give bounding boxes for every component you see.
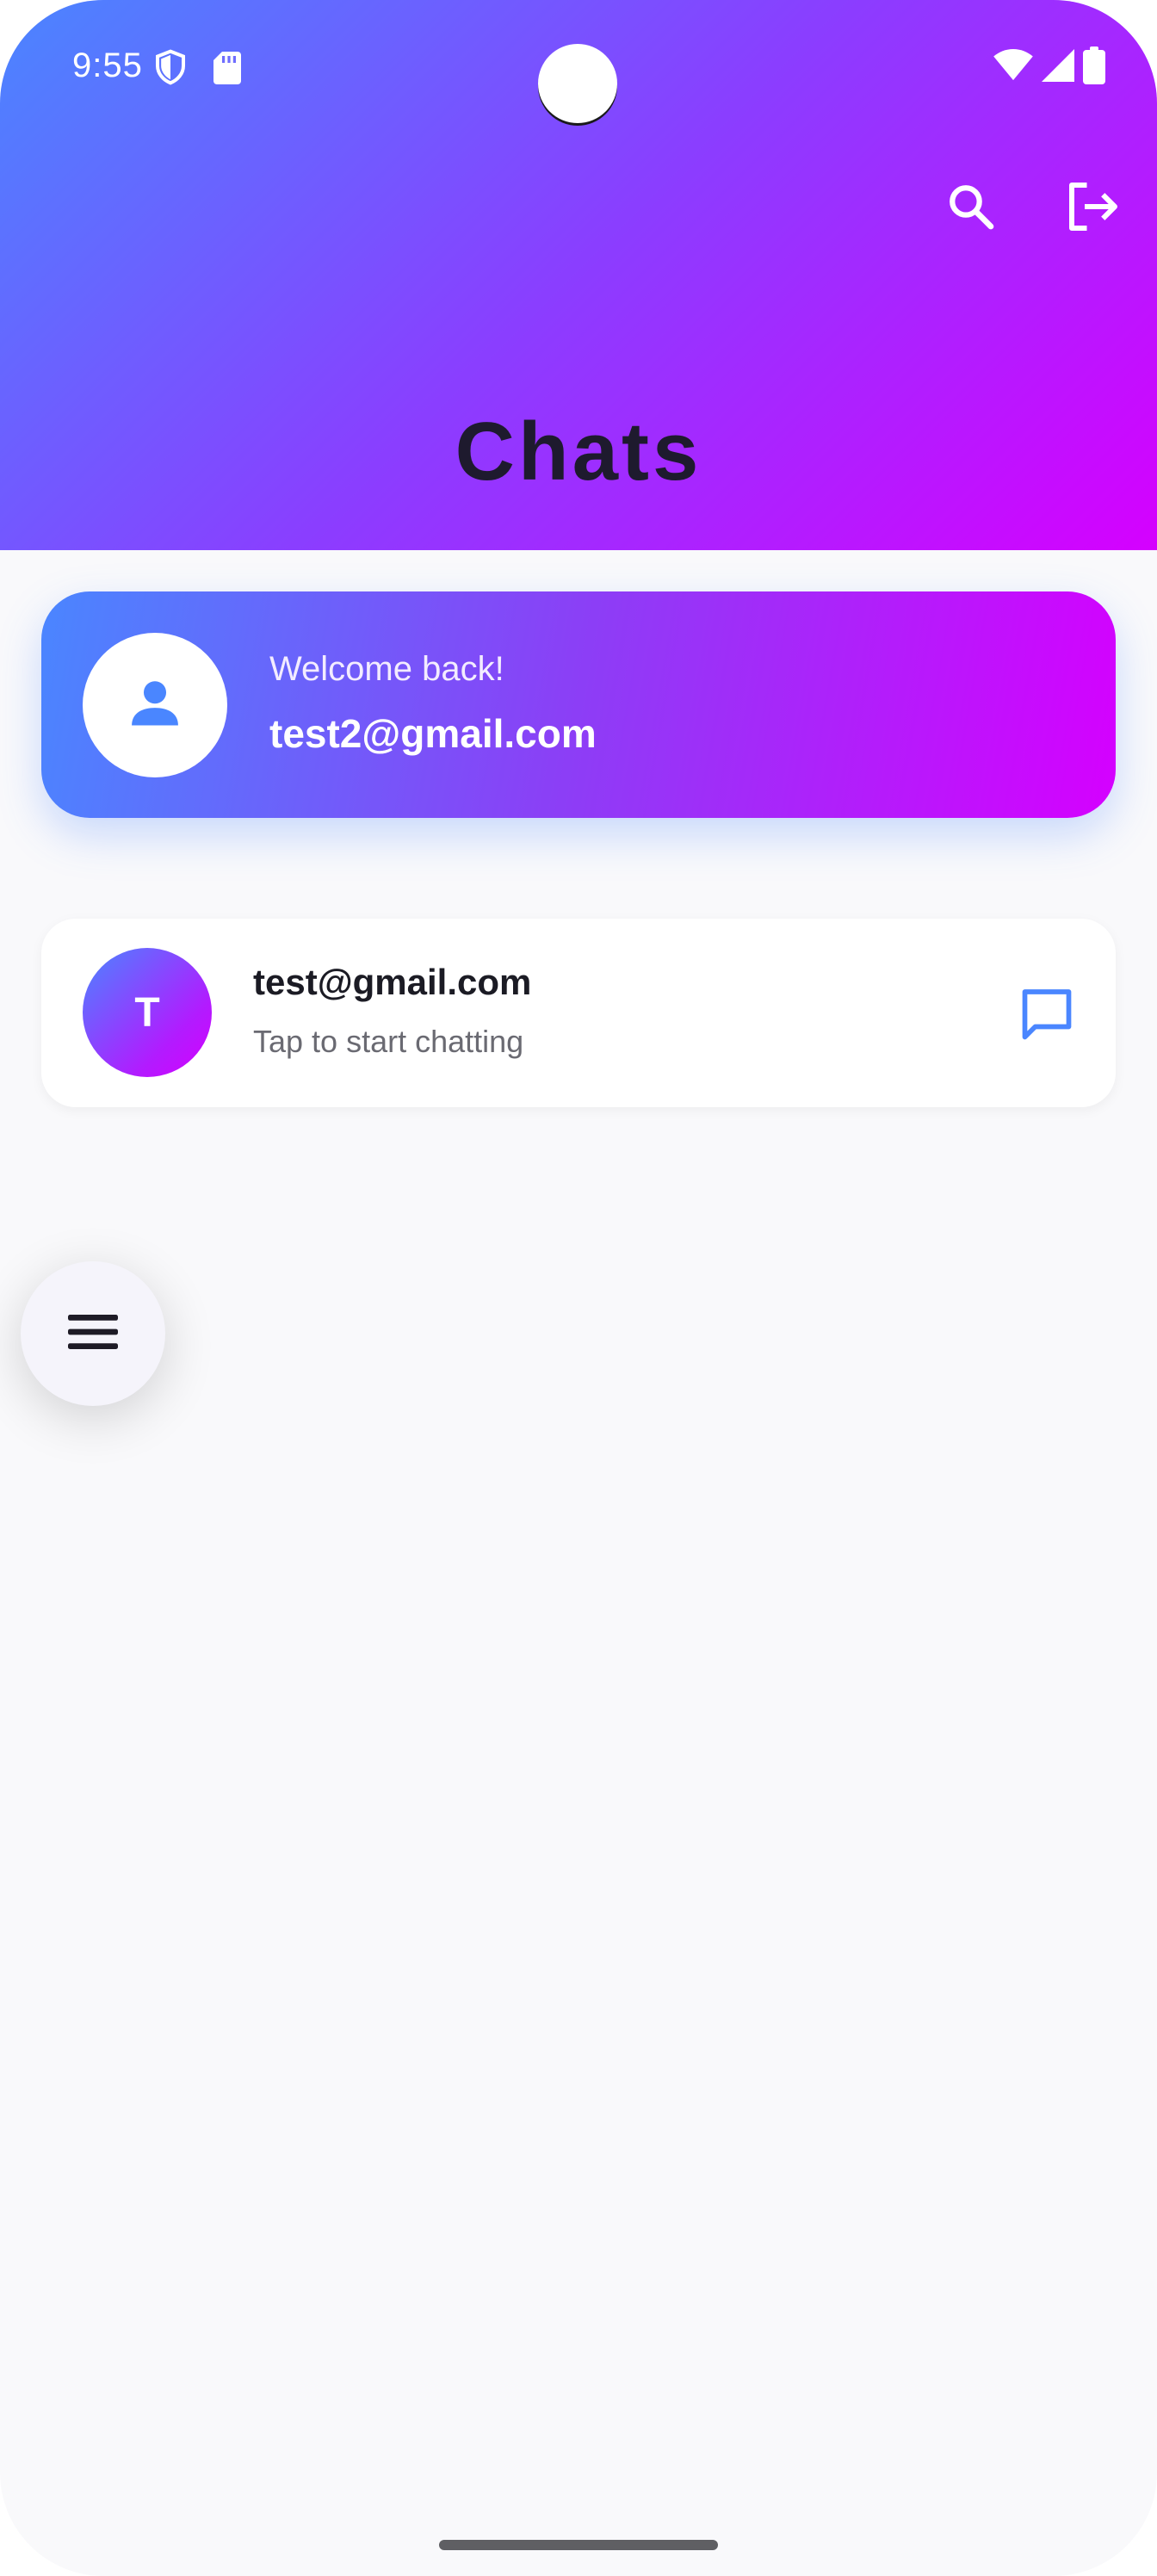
battery-icon — [1083, 46, 1105, 89]
welcome-email: test2@gmail.com — [269, 711, 597, 756]
page-title: Chats — [455, 406, 702, 498]
search-button[interactable] — [935, 172, 1007, 245]
header: 9:55 Chats — [0, 0, 1157, 550]
welcome-card: Welcome back! test2@gmail.com — [41, 591, 1116, 818]
signal-icon — [1042, 48, 1074, 86]
menu-icon — [68, 1313, 118, 1355]
logout-icon — [1065, 181, 1122, 237]
person-icon — [126, 674, 184, 737]
sd-card-icon — [213, 52, 241, 84]
avatar — [83, 633, 227, 777]
status-time: 9:55 — [72, 46, 143, 84]
wifi-icon — [993, 48, 1033, 86]
status-bar: 9:55 — [0, 0, 1157, 138]
home-indicator[interactable] — [439, 2540, 718, 2550]
search-icon — [946, 182, 996, 236]
welcome-greeting: Welcome back! — [269, 650, 504, 688]
chat-bubble-icon[interactable] — [1016, 984, 1078, 1046]
chat-list-item[interactable]: T test@gmail.com Tap to start chatting — [41, 919, 1116, 1107]
contact-initial: T — [134, 989, 160, 1036]
app-screen: 9:55 Chats Welcome back! test2@gmail.com… — [0, 0, 1157, 2576]
contact-subtitle: Tap to start chatting — [253, 1024, 524, 1059]
menu-button[interactable] — [21, 1261, 165, 1406]
camera-cutout — [538, 44, 617, 123]
contact-avatar: T — [83, 948, 212, 1077]
contact-name: test@gmail.com — [253, 962, 532, 1002]
logout-button[interactable] — [1057, 172, 1129, 245]
shield-icon — [153, 48, 188, 86]
status-icons — [993, 46, 1105, 89]
